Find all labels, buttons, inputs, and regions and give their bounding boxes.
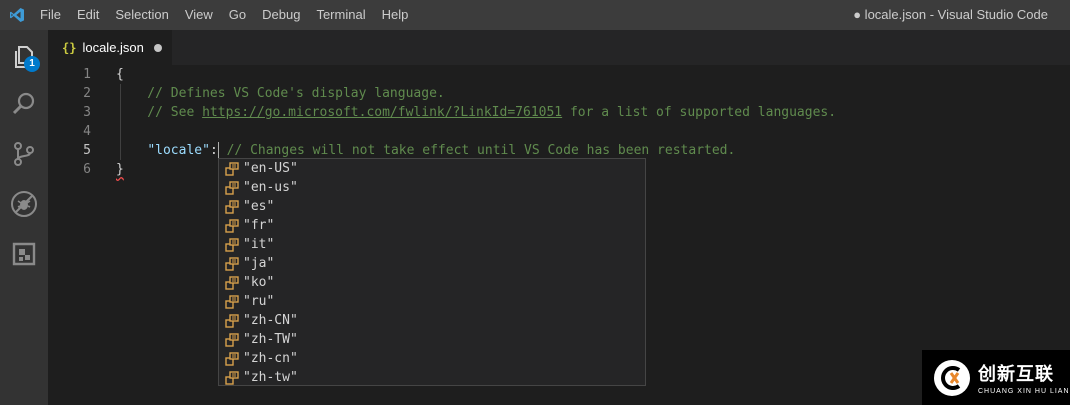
vscode-logo-icon	[0, 0, 34, 30]
menu-help[interactable]: Help	[374, 0, 417, 30]
source-control-icon[interactable]	[0, 130, 48, 178]
line-number: 1	[83, 67, 91, 82]
suggestion-item[interactable]: "zh-tw"	[219, 368, 645, 387]
line-code: }	[116, 160, 124, 179]
suggestion-item[interactable]: "ko"	[219, 273, 645, 292]
code-token: // Defines VS Code's display language.	[116, 86, 445, 101]
window-title: ● locale.json - Visual Studio Code	[853, 7, 1048, 22]
code-line[interactable]: 3 // See https://go.microsoft.com/fwlink…	[48, 103, 1070, 122]
explorer-icon[interactable]: 1	[0, 32, 48, 80]
enum-value-icon	[219, 161, 243, 176]
watermark-subtitle: CHUANG XIN HU LIAN	[978, 388, 1070, 395]
suggestion-item[interactable]: "fr"	[219, 216, 645, 235]
enum-value-icon	[219, 313, 243, 328]
menu-view[interactable]: View	[177, 0, 221, 30]
code-token: :	[209, 143, 218, 158]
menu-selection[interactable]: Selection	[107, 0, 176, 30]
suggestion-item[interactable]: "ja"	[219, 254, 645, 273]
json-file-icon: {}	[62, 40, 77, 55]
enum-value-icon	[219, 256, 243, 271]
line-number: 4	[83, 124, 91, 139]
menu-bar: File Edit Selection View Go Debug Terminal Help	[34, 0, 416, 30]
debug-icon[interactable]	[0, 180, 48, 228]
code-token: "locale"	[147, 143, 210, 158]
extensions-icon[interactable]	[0, 230, 48, 278]
suggestion-label: "ru"	[243, 294, 275, 309]
suggestion-label: "es"	[243, 199, 275, 214]
enum-value-icon	[219, 275, 243, 290]
line-number: 2	[83, 86, 91, 101]
activity-bar: 1	[0, 30, 48, 405]
enum-value-icon	[219, 294, 243, 309]
line-code: // See https://go.microsoft.com/fwlink/?…	[116, 103, 836, 122]
suggestion-item[interactable]: "zh-cn"	[219, 349, 645, 368]
suggestion-label: "it"	[243, 237, 275, 252]
code-link[interactable]: https://go.microsoft.com/fwlink/?LinkId=…	[202, 105, 562, 120]
enum-value-icon	[219, 199, 243, 214]
code-token: // Changes will not take effect until VS…	[218, 143, 736, 158]
suggestion-label: "zh-cn"	[243, 351, 298, 366]
code-token: // See	[116, 105, 203, 120]
line-code: {	[116, 65, 124, 84]
menu-debug[interactable]: Debug	[254, 0, 308, 30]
enum-value-icon	[219, 351, 243, 366]
enum-value-icon	[219, 237, 243, 252]
line-number: 5	[83, 143, 91, 158]
suggestion-item[interactable]: "it"	[219, 235, 645, 254]
suggest-widget: "en-US" "en-us" "es" "fr" "it" "ja" "ko" "ru" "z…	[218, 158, 646, 386]
suggestion-label: "zh-tw"	[243, 370, 298, 385]
suggestion-label: "ja"	[243, 256, 275, 271]
enum-value-icon	[219, 180, 243, 195]
enum-value-icon	[219, 218, 243, 233]
menu-go[interactable]: Go	[221, 0, 254, 30]
suggestion-label: "en-US"	[243, 161, 298, 176]
menu-file[interactable]: File	[34, 0, 69, 30]
unsaved-dot-icon[interactable]	[153, 43, 162, 52]
tab-bar: {} locale.json	[48, 30, 1070, 65]
suggestion-label: "en-us"	[243, 180, 298, 195]
line-number: 3	[83, 105, 91, 120]
suggestion-label: "zh-CN"	[243, 313, 298, 328]
code-token: {	[116, 67, 124, 82]
code-line[interactable]: 1{	[48, 65, 1070, 84]
watermark: 创新互联 CHUANG XIN HU LIAN	[922, 350, 1070, 405]
suggestion-item[interactable]: "en-US"	[219, 159, 645, 178]
suggestion-item[interactable]: "es"	[219, 197, 645, 216]
menu-edit[interactable]: Edit	[69, 0, 107, 30]
code-token: }	[116, 162, 124, 177]
enum-value-icon	[219, 370, 243, 385]
watermark-logo-icon	[934, 359, 970, 396]
title-bar: File Edit Selection View Go Debug Terminal Help…	[0, 0, 1070, 30]
suggestion-item[interactable]: "en-us"	[219, 178, 645, 197]
menu-terminal[interactable]: Terminal	[308, 0, 373, 30]
explorer-badge: 1	[24, 56, 40, 72]
suggestion-item[interactable]: "ru"	[219, 292, 645, 311]
line-code: // Defines VS Code's display language.	[116, 84, 445, 103]
code-line[interactable]: 2 // Defines VS Code's display language.	[48, 84, 1070, 103]
suggestion-label: "ko"	[243, 275, 275, 290]
suggestion-item[interactable]: "zh-TW"	[219, 330, 645, 349]
suggestion-label: "zh-TW"	[243, 332, 298, 347]
watermark-title: 创新互联	[978, 364, 1054, 384]
search-icon[interactable]	[0, 80, 48, 128]
tab-locale-json[interactable]: {} locale.json	[48, 30, 172, 65]
code-token: for a list of supported languages.	[562, 105, 837, 120]
code-line[interactable]: 4	[48, 122, 1070, 141]
enum-value-icon	[219, 332, 243, 347]
suggestion-label: "fr"	[243, 218, 275, 233]
suggestion-item[interactable]: "zh-CN"	[219, 311, 645, 330]
line-number: 6	[83, 162, 91, 177]
tab-label: locale.json	[82, 40, 144, 55]
